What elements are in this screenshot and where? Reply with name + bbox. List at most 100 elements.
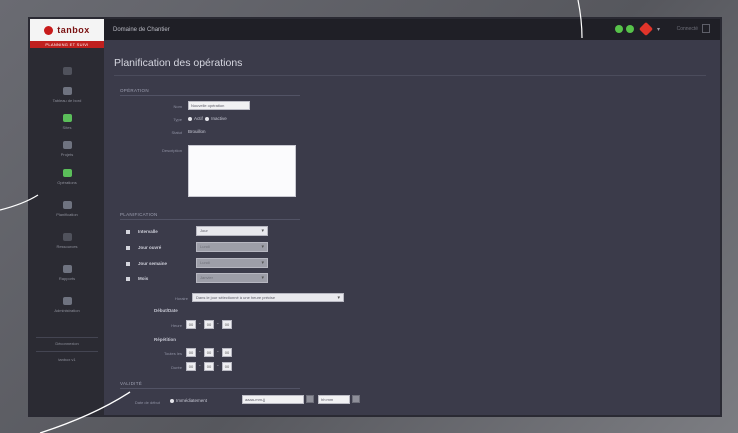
start-minute-input[interactable]: 00 [204, 320, 214, 329]
time-label: Horaire [174, 296, 188, 301]
duration-minute-input[interactable]: 00 [204, 362, 214, 371]
sidebar-item-projects[interactable]: Projets [34, 141, 100, 157]
planning-icon [62, 201, 72, 209]
status-value: Brouillon [188, 129, 206, 134]
radio-icon [188, 116, 192, 121]
description-label: Description [161, 148, 182, 153]
start-time-label: Heure [171, 323, 182, 328]
type-radio-inactive[interactable]: Inactive [205, 116, 227, 121]
duration-second-input[interactable]: 00 [222, 362, 232, 371]
duration-label: Durée [171, 365, 182, 370]
repeat-minute-input[interactable]: 00 [204, 348, 214, 357]
chevron-down-icon[interactable]: ▾ [657, 26, 660, 33]
radio-icon [205, 116, 210, 121]
status-indicators[interactable]: ▾ [614, 21, 660, 37]
top-bar: Domaine de Chantier ▾ Connecté [104, 19, 720, 40]
sidebar-item-label: Administration [54, 308, 80, 313]
clock-icon[interactable] [352, 395, 360, 403]
admin-icon [62, 297, 72, 305]
start-hour-input[interactable]: 00 [186, 320, 196, 329]
calendar-icon[interactable] [306, 395, 314, 403]
alert-icon[interactable] [638, 21, 654, 37]
row-label: Mois [138, 276, 149, 281]
sidebar-item-sites[interactable]: Sites [34, 114, 100, 130]
sidebar-item-label: Projets [60, 152, 74, 157]
row-label: Jour semaine [138, 261, 168, 266]
chevron-down-icon: ▾ [261, 244, 264, 250]
sidebar-item-resources[interactable]: Ressources [34, 233, 100, 249]
sidebar-item-planning[interactable]: Planification [34, 201, 100, 217]
site-icon [62, 114, 72, 122]
duration-hour-input[interactable]: 00 [186, 362, 196, 371]
repeat-second-input[interactable]: 00 [222, 348, 232, 357]
month-select[interactable]: Janvier ▾ [196, 273, 268, 283]
chevron-down-icon: ▾ [261, 275, 264, 281]
start-second-input[interactable]: 00 [222, 320, 232, 329]
sidebar-item-label: Opérations [57, 180, 77, 185]
radio-label: Actif [194, 116, 203, 121]
repeat-every-label: Toutes les [163, 351, 182, 356]
interval-select[interactable]: Jour ▾ [196, 226, 268, 236]
user-icon [702, 24, 710, 33]
select-value: Lundi [200, 244, 210, 249]
status-label: Statut [171, 130, 182, 135]
chevron-down-icon: ▾ [261, 228, 264, 234]
logo-text: tanbox [57, 25, 90, 35]
time-mode-select[interactable]: Dans le jour sélectionné à une heure pré… [192, 293, 344, 302]
sidebar-item-admin[interactable]: Administration [34, 297, 100, 313]
time-separator: - [199, 349, 201, 355]
workday-select[interactable]: Lundi ▾ [196, 242, 268, 252]
sidebar-item-logout[interactable]: Déconnexion [34, 341, 100, 346]
schedule-row-interval[interactable]: Intervalle [126, 229, 182, 234]
checkbox[interactable] [126, 229, 130, 234]
checkbox[interactable] [126, 245, 130, 250]
status-ok-icon [625, 25, 634, 33]
select-value: Dans le jour sélectionné à une heure pré… [196, 295, 276, 300]
start-time-input[interactable]: hh:mm [318, 395, 350, 404]
sidebar: tanbox PLANNING ET SUIVI Tableau de bord… [30, 19, 104, 415]
validity-option[interactable]: Immédiatement [170, 398, 207, 403]
checkbox[interactable] [126, 276, 130, 281]
sidebar-item-dashboard[interactable]: Tableau de bord [34, 87, 100, 103]
sidebar-item-operations[interactable]: Opérations [34, 169, 100, 185]
logo[interactable]: tanbox [30, 19, 104, 41]
section-divider [120, 95, 300, 96]
sidebar-divider [36, 337, 98, 338]
type-radio-active[interactable]: Actif [188, 116, 203, 121]
repeat-hour-input[interactable]: 00 [186, 348, 196, 357]
row-label: Intervalle [138, 229, 158, 234]
description-textarea[interactable] [188, 145, 296, 197]
checkbox[interactable] [126, 261, 130, 266]
schedule-row-month[interactable]: Mois [126, 276, 182, 281]
logo-icon [44, 25, 54, 35]
sidebar-item-reports[interactable]: Rapports [34, 265, 100, 281]
validity-label: Date de début [134, 400, 160, 405]
projects-icon [62, 141, 72, 149]
start-date-input[interactable]: aaaa-mm-jj [242, 395, 304, 404]
resources-icon [62, 233, 72, 241]
radio-icon [170, 398, 174, 403]
section-divider [120, 388, 300, 389]
sidebar-item-label: Tableau de bord [52, 98, 82, 103]
page-title: Planification des opérations [114, 57, 243, 69]
section-heading-operation: OPÉRATION [120, 88, 149, 93]
type-label: Type [173, 117, 182, 122]
app-window: tanbox PLANNING ET SUIVI Tableau de bord… [28, 17, 722, 417]
user-menu[interactable]: Connecté [677, 24, 710, 33]
time-separator: - [199, 363, 201, 369]
section-heading-schedule: PLANIFICATION [120, 212, 158, 217]
sidebar-menu-toggle[interactable] [34, 67, 100, 75]
main-content: Planification des opérations OPÉRATION N… [104, 40, 720, 415]
name-input[interactable]: Nouvelle opération [188, 101, 250, 110]
radio-label: Inactive [211, 116, 227, 121]
user-name: Connecté [676, 25, 698, 32]
sidebar-item-label: Déconnexion [55, 341, 79, 346]
type-radio-group: Actif Inactive [188, 116, 227, 121]
sidebar-footer-text: tanbox v1 [58, 357, 76, 362]
time-separator: - [217, 321, 219, 327]
schedule-row-weekday[interactable]: Jour semaine [126, 261, 182, 266]
chevron-down-icon: ▾ [337, 295, 340, 301]
dashboard-icon [62, 87, 72, 95]
schedule-row-workday[interactable]: Jour ouvré [126, 245, 182, 250]
weekday-select[interactable]: Lundi ▾ [196, 258, 268, 268]
